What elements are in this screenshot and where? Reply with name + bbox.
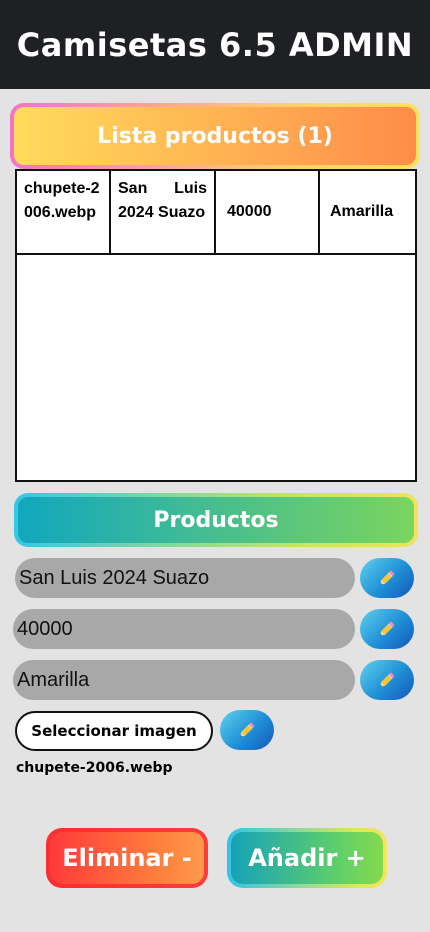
product-table: chupete-2006.webp San Luis 2024 Suazo 40… [15, 169, 417, 482]
product-list-title-text: Lista productos (1) [97, 123, 333, 149]
pencil-icon [380, 621, 395, 636]
edit-name-button[interactable] [360, 558, 414, 598]
price-field[interactable] [13, 609, 355, 649]
edit-color-button[interactable] [360, 660, 414, 700]
add-button[interactable]: Añadir + [227, 828, 387, 888]
select-image-button[interactable]: Seleccionar imagen [15, 711, 213, 751]
pencil-icon [380, 672, 395, 687]
products-form-title-text: Productos [153, 507, 279, 533]
name-field[interactable] [15, 558, 355, 598]
color-field[interactable] [13, 660, 355, 700]
cell-color: Amarilla [330, 203, 394, 220]
cell-name: San Luis 2024 Suazo [111, 171, 216, 253]
products-form-title: Productos [14, 493, 418, 547]
cell-image: chupete-2006.webp [17, 171, 111, 253]
delete-button-label: Eliminar - [62, 844, 192, 872]
cell-price: 40000 [216, 171, 320, 253]
edit-price-button[interactable] [360, 609, 414, 649]
app-title: Camisetas 6.5 ADMIN [16, 25, 414, 64]
edit-image-button[interactable] [220, 710, 274, 750]
table-row[interactable]: chupete-2006.webp San Luis 2024 Suazo 40… [17, 171, 415, 255]
select-image-label: Seleccionar imagen [31, 722, 197, 740]
add-button-label: Añadir + [248, 844, 366, 872]
app-header: Camisetas 6.5 ADMIN [0, 0, 430, 89]
pencil-icon [380, 570, 395, 585]
product-list-title: Lista productos (1) [10, 103, 420, 169]
selected-file-name: chupete-2006.webp [16, 760, 173, 776]
pencil-icon [240, 722, 255, 737]
delete-button[interactable]: Eliminar - [46, 828, 208, 888]
